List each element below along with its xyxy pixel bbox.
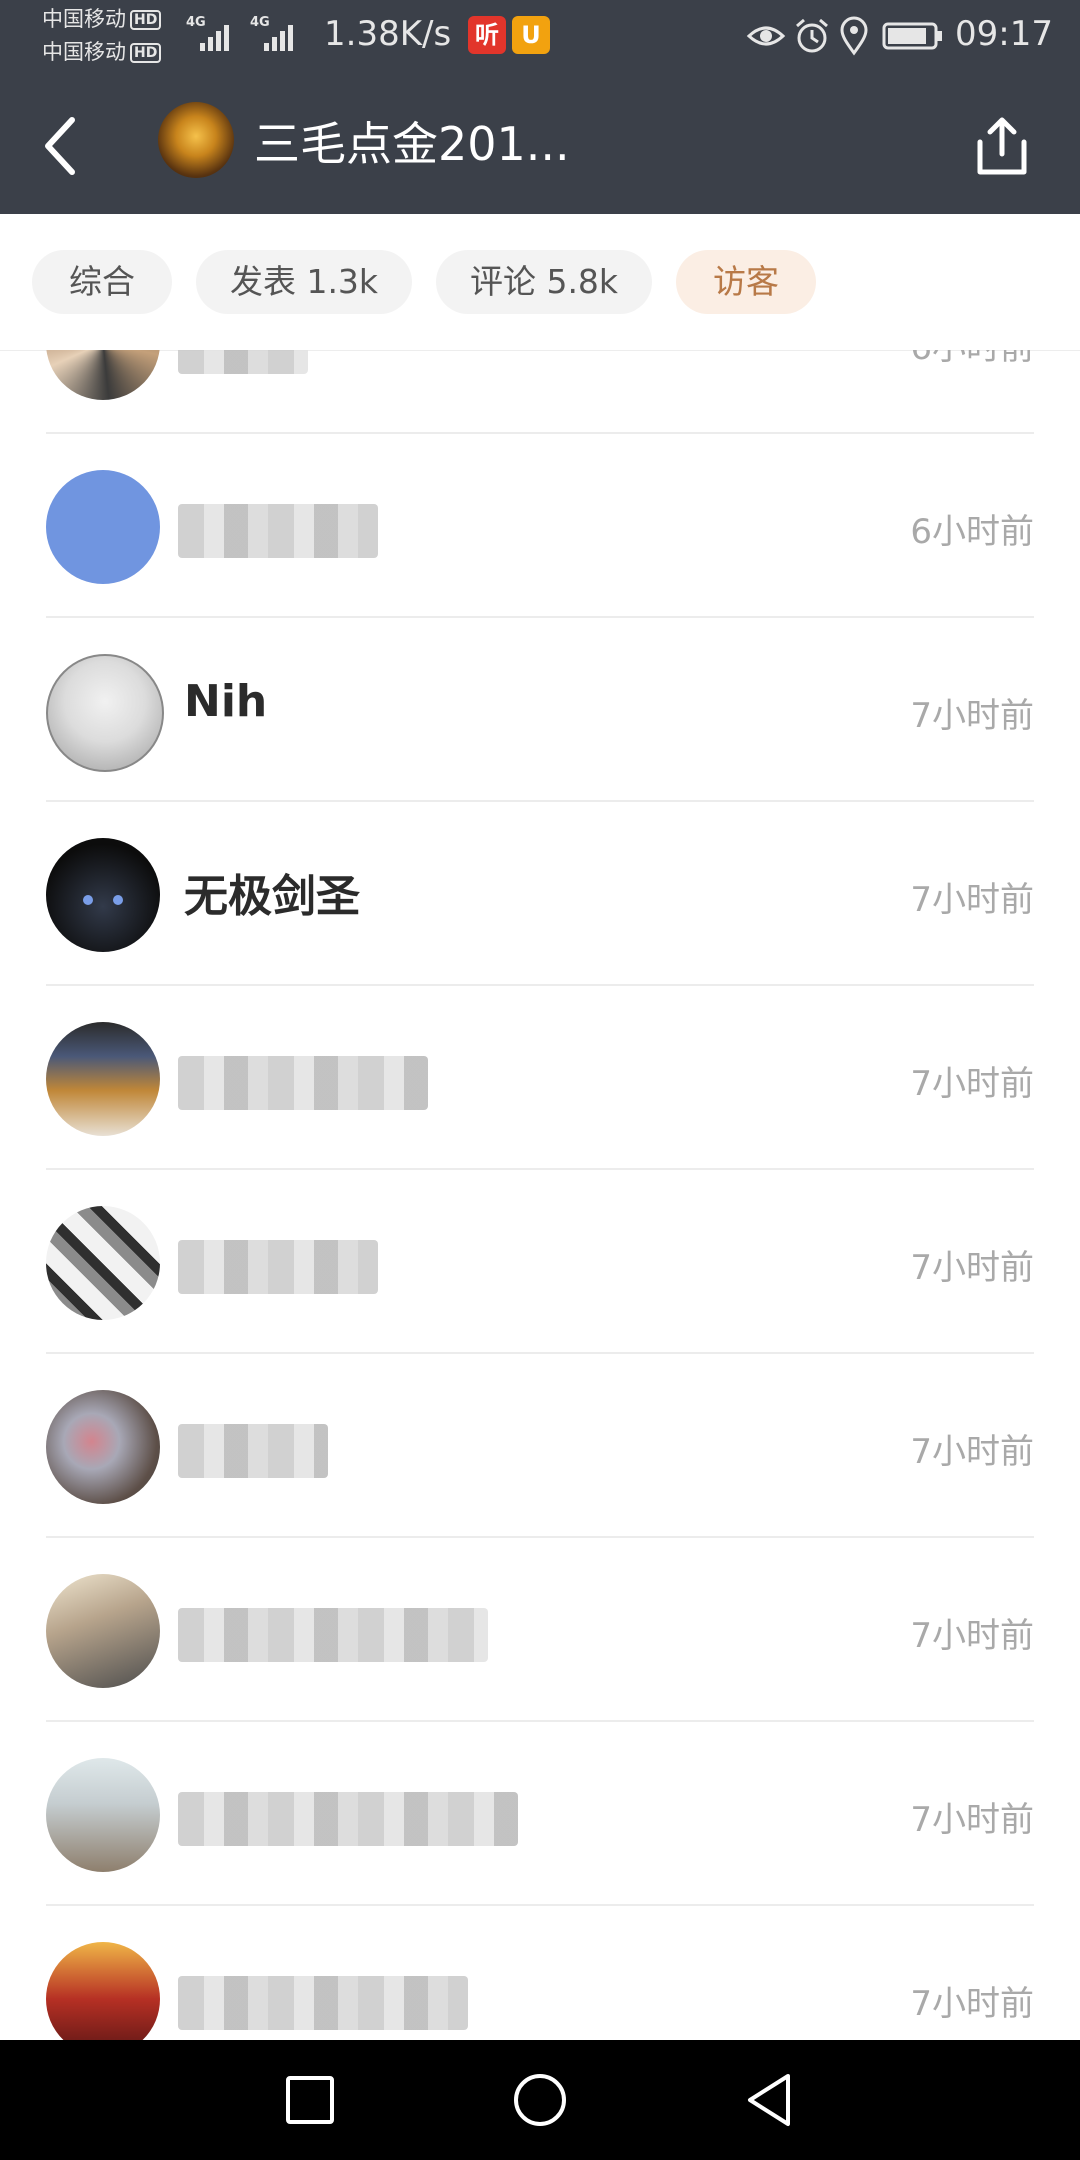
eye-icon xyxy=(746,26,786,46)
visit-time: 6小时前 xyxy=(910,350,1034,369)
status-bar: 中国移动 HD 中国移动 HD 4G 4G 1.38K/s 听 U 09:17 xyxy=(42,6,1053,65)
cat-avatar-icon xyxy=(83,895,123,905)
u-app-icon: U xyxy=(512,16,550,54)
visit-time: 7小时前 xyxy=(910,1800,1034,1840)
network-speed: 1.38K/s xyxy=(324,14,452,54)
visitor-name-redacted xyxy=(178,350,308,374)
visit-time: 7小时前 xyxy=(910,1616,1034,1656)
visit-time: 6小时前 xyxy=(910,512,1034,552)
tab-overview[interactable]: 综合 xyxy=(32,250,172,314)
share-button[interactable] xyxy=(972,114,1032,178)
visit-time: 7小时前 xyxy=(910,880,1034,920)
circle-icon xyxy=(514,2074,566,2126)
tab-comments[interactable]: 评论 5.8k xyxy=(436,250,652,314)
visit-time: 7小时前 xyxy=(910,1248,1034,1288)
carrier-label-1: 中国移动 HD xyxy=(42,6,162,32)
page-title: 三毛点金201... xyxy=(254,117,570,171)
ting-app-icon: 听 xyxy=(468,16,506,54)
avatar[interactable] xyxy=(46,1942,160,2040)
back-nav-button[interactable] xyxy=(740,2070,800,2130)
avatar[interactable] xyxy=(46,1574,160,1688)
avatar[interactable] xyxy=(46,470,160,584)
avatar[interactable] xyxy=(46,1022,160,1136)
visitor-name-redacted xyxy=(178,1976,468,2030)
avatar[interactable] xyxy=(46,654,164,772)
visitor-name-redacted xyxy=(178,1240,378,1294)
back-button[interactable] xyxy=(30,106,100,186)
recents-button[interactable] xyxy=(280,2070,340,2130)
visitor-name-redacted xyxy=(178,1424,328,1478)
carrier-label-2: 中国移动 HD xyxy=(42,39,162,65)
location-icon xyxy=(840,16,868,56)
visitor-name-redacted xyxy=(178,1056,428,1110)
avatar[interactable] xyxy=(46,1758,160,1872)
visit-time: 7小时前 xyxy=(910,696,1034,736)
visitor-name[interactable]: 无极剑圣 xyxy=(184,860,360,924)
list-item[interactable]: 7小时前 xyxy=(0,1354,1080,1538)
list-item[interactable]: 7小时前 xyxy=(0,1906,1080,2040)
avatar[interactable] xyxy=(46,838,160,952)
visitor-name-redacted xyxy=(178,504,378,558)
visit-time: 7小时前 xyxy=(910,1432,1034,1472)
avatar[interactable] xyxy=(46,350,160,400)
triangle-back-icon xyxy=(748,2074,790,2126)
list-item[interactable]: 6小时前 xyxy=(0,350,1080,434)
avatar[interactable] xyxy=(46,1206,160,1320)
chevron-left-icon xyxy=(45,117,75,175)
visitor-name-redacted xyxy=(178,1792,518,1846)
filter-tabs: 综合 发表 1.3k 评论 5.8k 访客 xyxy=(0,214,1080,351)
list-item[interactable]: 7小时前 xyxy=(0,986,1080,1170)
home-button[interactable] xyxy=(510,2070,570,2130)
visit-time: 7小时前 xyxy=(910,1984,1034,2024)
clock: 09:17 xyxy=(955,14,1053,54)
alarm-icon xyxy=(796,18,828,53)
title-bar: 三毛点金201... xyxy=(0,72,1080,214)
tab-posts[interactable]: 发表 1.3k xyxy=(196,250,412,314)
visit-time: 7小时前 xyxy=(910,1064,1034,1104)
list-item[interactable]: 7小时前 xyxy=(0,1722,1080,1906)
list-item[interactable]: 无极剑圣 7小时前 xyxy=(0,802,1080,986)
list-item[interactable]: 7小时前 xyxy=(0,1538,1080,1722)
visitor-list: 6小时前 6小时前 Nih 7小时前 无极剑圣 7小时前 7小时前 7小时前 xyxy=(0,350,1080,2040)
system-nav-bar xyxy=(0,2040,1080,2160)
list-item[interactable]: 6小时前 xyxy=(0,434,1080,618)
app-header: 中国移动 HD 中国移动 HD 4G 4G 1.38K/s 听 U 09:17 … xyxy=(0,0,1080,214)
list-item[interactable]: 7小时前 xyxy=(0,1170,1080,1354)
battery-icon xyxy=(882,22,942,50)
tab-visitors[interactable]: 访客 xyxy=(676,250,816,314)
share-icon xyxy=(977,117,1027,175)
list-item[interactable]: Nih 7小时前 xyxy=(0,618,1080,802)
profile-avatar[interactable] xyxy=(158,102,234,178)
visitor-name-redacted xyxy=(178,1608,488,1662)
avatar[interactable] xyxy=(46,1390,160,1504)
visitor-name[interactable]: Nih xyxy=(184,676,267,727)
square-icon xyxy=(286,2076,334,2124)
